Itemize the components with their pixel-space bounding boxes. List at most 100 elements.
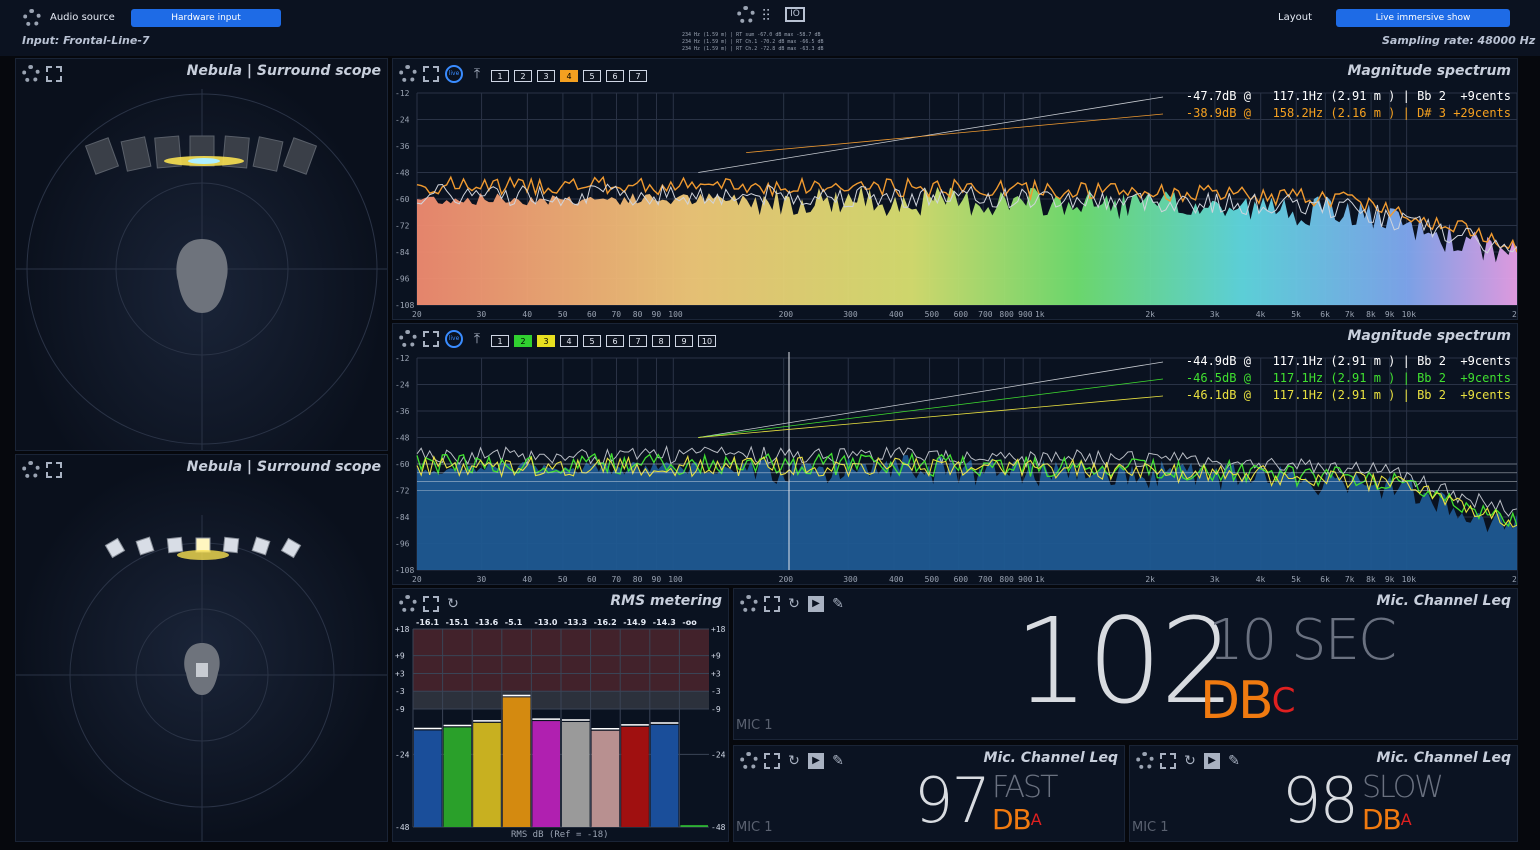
- x-tick-label: 900: [1018, 310, 1033, 319]
- leq-period: 10 SEC: [1208, 608, 1397, 673]
- x-tick-label: 500: [925, 310, 940, 319]
- global-settings-gear-icon[interactable]: [737, 6, 755, 24]
- y-tick-label: -48: [395, 169, 410, 178]
- edit-icon[interactable]: ✎: [1226, 753, 1242, 769]
- rms-tick-right: +3: [711, 669, 721, 678]
- x-tick-label: 40: [522, 575, 532, 584]
- fullscreen-icon[interactable]: [764, 753, 780, 769]
- spectrum-area: [417, 186, 1517, 305]
- x-tick-label: 80: [633, 575, 643, 584]
- x-tick-label: 400: [889, 575, 904, 584]
- rms-value-label: -14.3: [653, 618, 676, 627]
- rms-bar: [532, 721, 560, 827]
- leq-settings-gear-icon[interactable]: [1136, 752, 1154, 770]
- x-tick-label: 1k: [1035, 575, 1045, 584]
- y-tick-label: -12: [395, 354, 410, 363]
- surround-scope-top: Nebula | Surround scope: [15, 58, 388, 451]
- rms-bar: [502, 697, 531, 827]
- y-tick-label: -60: [395, 460, 410, 469]
- play-icon[interactable]: ▶: [1204, 753, 1220, 769]
- x-tick-label: 70: [611, 575, 621, 584]
- rms-bar: [621, 726, 649, 827]
- edit-icon[interactable]: ✎: [830, 753, 846, 769]
- leq-main-panel: ↻ ▶ ✎ Mic. Channel Leq 102 10 SEC DBC MI…: [733, 588, 1518, 740]
- mic-label: MIC 1: [736, 820, 773, 835]
- settings-gear-icon[interactable]: [23, 9, 41, 27]
- x-tick-label: 800: [999, 575, 1014, 584]
- y-tick-label: -60: [395, 195, 410, 204]
- leq-fast-panel: ↻ ▶ ✎ Mic. Channel Leq 97 FAST DBA MIC 1: [733, 745, 1125, 842]
- mixer-icon[interactable]: ⫶⫶: [762, 6, 770, 26]
- x-tick-label: 700: [978, 310, 993, 319]
- magnitude-spectrum-bottom: live ⤒ 1 2 3 4 5 6 7 8 9 10 Magnitude spectrum -1…: [392, 323, 1518, 585]
- leq-settings-gear-icon[interactable]: [740, 752, 758, 770]
- readout-line-3: -46.1dB @ 117.1Hz (2.91 m ) | Bb 2 +9cen…: [1185, 388, 1511, 402]
- reset-icon[interactable]: ↻: [1182, 753, 1198, 769]
- x-tick-label: 10k: [1402, 575, 1417, 584]
- x-tick-label: 600: [954, 575, 969, 584]
- x-tick-label: 90: [652, 310, 662, 319]
- play-icon[interactable]: ▶: [808, 753, 824, 769]
- rms-tick-left: -48: [395, 823, 410, 832]
- rms-tick-right: +18: [711, 625, 726, 634]
- y-tick-label: -36: [395, 142, 410, 151]
- y-tick-label: -72: [395, 487, 410, 496]
- x-tick-label: 6k: [1320, 575, 1330, 584]
- rms-footer: RMS dB (Ref = -18): [511, 830, 609, 840]
- x-tick-label: 9k: [1385, 310, 1395, 319]
- reset-icon[interactable]: ↻: [786, 596, 802, 612]
- audio-source-button[interactable]: Hardware input: [131, 9, 281, 27]
- fullscreen-icon[interactable]: [764, 596, 780, 612]
- fullscreen-icon[interactable]: [1160, 753, 1176, 769]
- x-tick-label: 7k: [1345, 310, 1355, 319]
- io-icon[interactable]: IO: [785, 7, 805, 22]
- layout-label: Layout: [1278, 12, 1312, 23]
- edit-icon[interactable]: ✎: [830, 596, 846, 612]
- x-tick-label: 5k: [1291, 310, 1301, 319]
- x-tick-label: 5k: [1291, 575, 1301, 584]
- panel-title: Mic. Channel Leq: [983, 750, 1118, 766]
- x-tick-label: 40: [522, 310, 532, 319]
- rms-bar: [562, 722, 590, 827]
- rms-meter-canvas: +18 +18+9 +9+3 +3-3 -3-9 -9-24 -24-48 -48-16.1-…: [395, 618, 726, 832]
- mic-label: MIC 1: [1132, 820, 1169, 835]
- y-tick-label: -24: [395, 381, 410, 390]
- y-tick-label: -108: [395, 301, 414, 310]
- x-tick-label: 90: [652, 575, 662, 584]
- y-tick-label: -24: [395, 116, 410, 125]
- x-tick-label: 70: [611, 310, 621, 319]
- x-tick-label: 30: [477, 575, 487, 584]
- surround-scope-canvas: [16, 89, 387, 450]
- input-name: Input: Frontal-Line-7: [22, 34, 150, 47]
- rms-metering-panel: ↻ RMS metering +18 +18 +9 +9 +3 +3 -3 -3 -9 -9 -24…: [392, 588, 729, 842]
- x-tick-label: 600: [954, 310, 969, 319]
- rms-tick-right: -3: [711, 687, 721, 696]
- marker-leader: [698, 96, 1164, 173]
- y-tick-label: -72: [395, 222, 410, 231]
- x-tick-label: 2k: [1145, 575, 1155, 584]
- x-tick-label: 80: [633, 310, 643, 319]
- x-tick-label: 700: [978, 575, 993, 584]
- reset-icon[interactable]: ↻: [786, 753, 802, 769]
- y-tick-label: -36: [395, 407, 410, 416]
- rms-tick-left: +18: [395, 625, 410, 634]
- x-tick-label: 100: [668, 575, 683, 584]
- layout-button[interactable]: Live immersive show: [1336, 9, 1510, 27]
- x-tick-label: 10k: [1402, 310, 1417, 319]
- x-tick-label: 2k: [1145, 310, 1155, 319]
- rms-tick-right: -24: [711, 750, 726, 759]
- x-tick-label: 800: [999, 310, 1014, 319]
- marker-leader: [698, 361, 1164, 438]
- rms-bar: [473, 722, 501, 827]
- x-tick-label: 500: [925, 575, 940, 584]
- play-icon[interactable]: ▶: [808, 596, 824, 612]
- leq-value: 98: [1282, 764, 1359, 837]
- panel-title: Mic. Channel Leq: [1376, 750, 1511, 766]
- rms-value-label: -13.6: [475, 618, 498, 627]
- y-tick-label: -48: [395, 434, 410, 443]
- leq-settings-gear-icon[interactable]: [740, 595, 758, 613]
- rms-tick-right: -9: [711, 705, 721, 714]
- rms-value-label: -14.9: [623, 618, 646, 627]
- audio-source-label: Audio source: [50, 12, 115, 23]
- rms-tick-right: +9: [711, 652, 721, 661]
